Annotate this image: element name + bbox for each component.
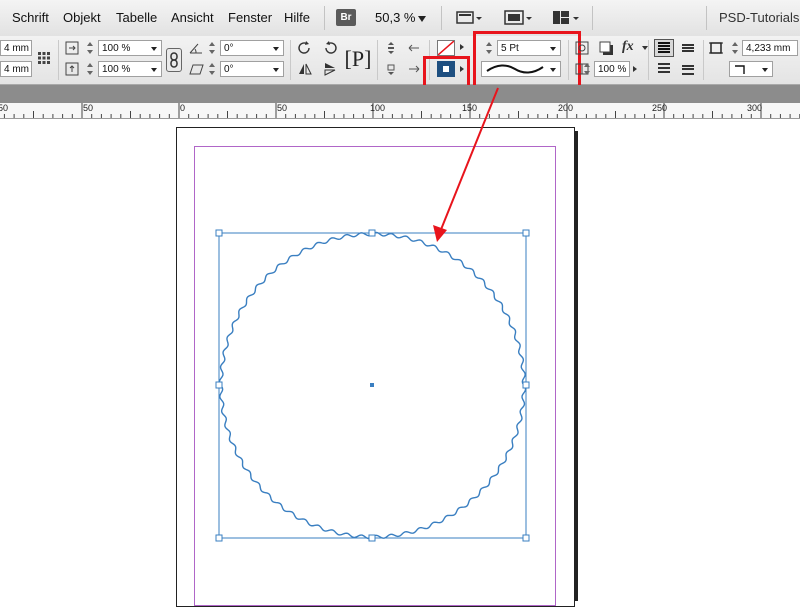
handle-top-left[interactable]: [215, 229, 223, 237]
handle-bottom-left[interactable]: [215, 534, 223, 542]
handle-top-right[interactable]: [522, 229, 530, 237]
handle-bottom-right[interactable]: [522, 534, 530, 542]
handle-top-center[interactable]: [368, 229, 376, 237]
canvas-overlay: [215, 87, 530, 542]
center-point: [370, 383, 374, 387]
annotation-arrow-line: [439, 87, 499, 233]
handle-middle-right[interactable]: [522, 381, 530, 389]
handle-bottom-center[interactable]: [368, 534, 376, 542]
handle-middle-left[interactable]: [215, 381, 223, 389]
